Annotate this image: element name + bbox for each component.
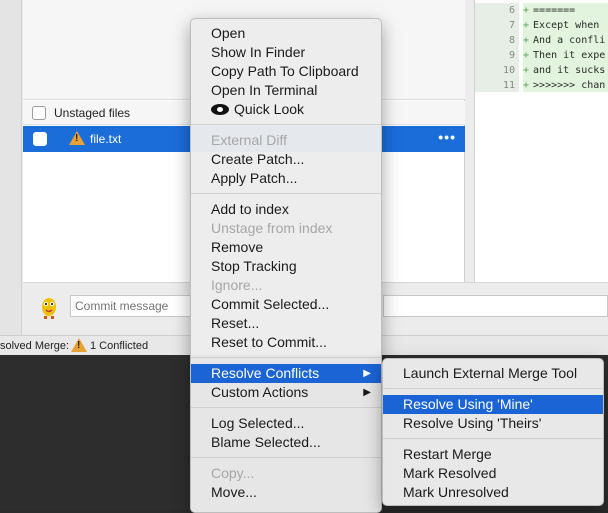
menu-item-open-terminal[interactable]: Open In Terminal: [191, 81, 381, 100]
menu-item-log-selected[interactable]: Log Selected...: [191, 414, 381, 433]
submenu-item-restart-merge[interactable]: Restart Merge: [383, 445, 603, 464]
menu-item-move[interactable]: Move...: [191, 483, 381, 502]
menu-separator: [191, 407, 381, 408]
diff-line: 11 + >>>>>>> chan: [475, 78, 608, 93]
commit-message-input-extension[interactable]: [383, 295, 608, 317]
diff-added-marker: +: [523, 35, 530, 46]
resolve-conflicts-submenu: Launch External Merge Tool Resolve Using…: [382, 358, 604, 506]
diff-line: 6 + =======: [475, 3, 608, 18]
diff-pane-empty: [474, 92, 608, 282]
avatar: [42, 298, 56, 319]
diff-line: 7 + Except when: [475, 18, 608, 33]
diff-line-number: 7: [475, 18, 519, 33]
menu-item-resolve-conflicts[interactable]: Resolve Conflicts ▶: [191, 364, 381, 383]
diff-line-text: + And a confli: [523, 33, 608, 48]
unstaged-files-label: Unstaged files: [54, 106, 131, 120]
diff-added-marker: +: [523, 65, 530, 76]
diff-line-content: Then it expe: [533, 50, 606, 61]
status-warning-icon: [71, 338, 87, 352]
diff-line-number: 6: [475, 3, 519, 18]
menu-separator: [191, 357, 381, 358]
menu-item-reset[interactable]: Reset...: [191, 314, 381, 333]
menu-item-resolve-conflicts-label: Resolve Conflicts: [211, 365, 320, 381]
menu-item-ignore: Ignore...: [211, 277, 263, 293]
diff-line: 10 + and it sucks: [475, 63, 608, 78]
diff-line-text: + and it sucks: [523, 63, 608, 78]
menu-item-stop-tracking[interactable]: Stop Tracking: [191, 257, 381, 276]
more-options-button[interactable]: •••: [438, 129, 456, 145]
menu-item-external-diff: External Diff: [211, 132, 287, 148]
conflict-count: 1 Conflicted: [90, 340, 149, 352]
menu-item-quick-look-label: Quick Look: [234, 101, 305, 117]
diff-line-content: >>>>>>> chan: [533, 80, 606, 91]
menu-item-commit-selected[interactable]: Commit Selected...: [191, 295, 381, 314]
unstaged-select-all-checkbox[interactable]: [32, 106, 46, 120]
diff-line-number: 10: [475, 63, 519, 78]
left-rail: [0, 0, 22, 335]
diff-line-content: =======: [533, 5, 576, 16]
diff-line-content: Except when: [533, 20, 600, 31]
submenu-item-resolve-theirs[interactable]: Resolve Using 'Theirs': [383, 414, 603, 433]
submenu-item-launch-merge-tool[interactable]: Launch External Merge Tool: [383, 364, 603, 383]
menu-item-create-patch[interactable]: Create Patch...: [191, 150, 381, 169]
conflict-warning-icon: [69, 131, 85, 145]
submenu-arrow-icon: ▶: [363, 387, 371, 398]
submenu-item-mark-resolved[interactable]: Mark Resolved: [383, 464, 603, 483]
eye-icon: [211, 104, 229, 115]
menu-item-open[interactable]: Open: [191, 24, 381, 43]
diff-line-text: + Except when: [523, 18, 608, 33]
menu-item-custom-actions[interactable]: Custom Actions ▶: [191, 383, 381, 402]
diff-line-text: + Then it expe: [523, 48, 608, 63]
menu-separator: [383, 438, 603, 439]
diff-line-number: 9: [475, 48, 519, 63]
submenu-item-resolve-mine[interactable]: Resolve Using 'Mine': [383, 395, 603, 414]
menu-item-blame-selected[interactable]: Blame Selected...: [191, 433, 381, 452]
status-label: solved Merge:: [0, 340, 70, 352]
diff-line-text: + >>>>>>> chan: [523, 78, 608, 93]
menu-separator: [191, 193, 381, 194]
menu-item-remove[interactable]: Remove: [191, 238, 381, 257]
diff-line: 9 + Then it expe: [475, 48, 608, 63]
diff-line-number: 8: [475, 33, 519, 48]
menu-separator: [383, 388, 603, 389]
menu-item-custom-actions-label: Custom Actions: [211, 384, 309, 400]
menu-separator: [191, 124, 381, 125]
diff-line-content: and it sucks: [533, 65, 606, 76]
submenu-arrow-icon: ▶: [363, 368, 371, 379]
diff-added-marker: +: [523, 80, 530, 91]
file-checkbox[interactable]: [33, 132, 47, 146]
diff-pane: 6 + ======= 7 + Except when 8 + And a confli 9 + Th…: [474, 0, 608, 93]
menu-item-add-to-index[interactable]: Add to index: [191, 200, 381, 219]
commit-message-input[interactable]: [70, 295, 200, 317]
diff-added-marker: +: [523, 50, 530, 61]
diff-line-text: + =======: [523, 3, 608, 18]
menu-separator: [191, 457, 381, 458]
menu-item-quick-look[interactable]: Quick Look: [191, 100, 381, 119]
menu-item-copy: Copy...: [211, 465, 255, 481]
context-menu: Open Show In Finder Copy Path To Clipboa…: [190, 18, 382, 513]
menu-item-copy-path[interactable]: Copy Path To Clipboard: [191, 62, 381, 81]
diff-line: 8 + And a confli: [475, 33, 608, 48]
diff-line-content: And a confli: [533, 35, 606, 46]
file-name: file.txt: [90, 132, 122, 146]
diff-added-marker: +: [523, 20, 530, 31]
diff-line-number: 11: [475, 78, 519, 93]
menu-item-show-in-finder[interactable]: Show In Finder: [191, 43, 381, 62]
diff-added-marker: +: [523, 5, 530, 16]
menu-item-unstage-from-index: Unstage from index: [211, 220, 333, 236]
menu-item-apply-patch[interactable]: Apply Patch...: [191, 169, 381, 188]
menu-item-reset-to-commit[interactable]: Reset to Commit...: [191, 333, 381, 352]
submenu-item-mark-unresolved[interactable]: Mark Unresolved: [383, 483, 603, 502]
